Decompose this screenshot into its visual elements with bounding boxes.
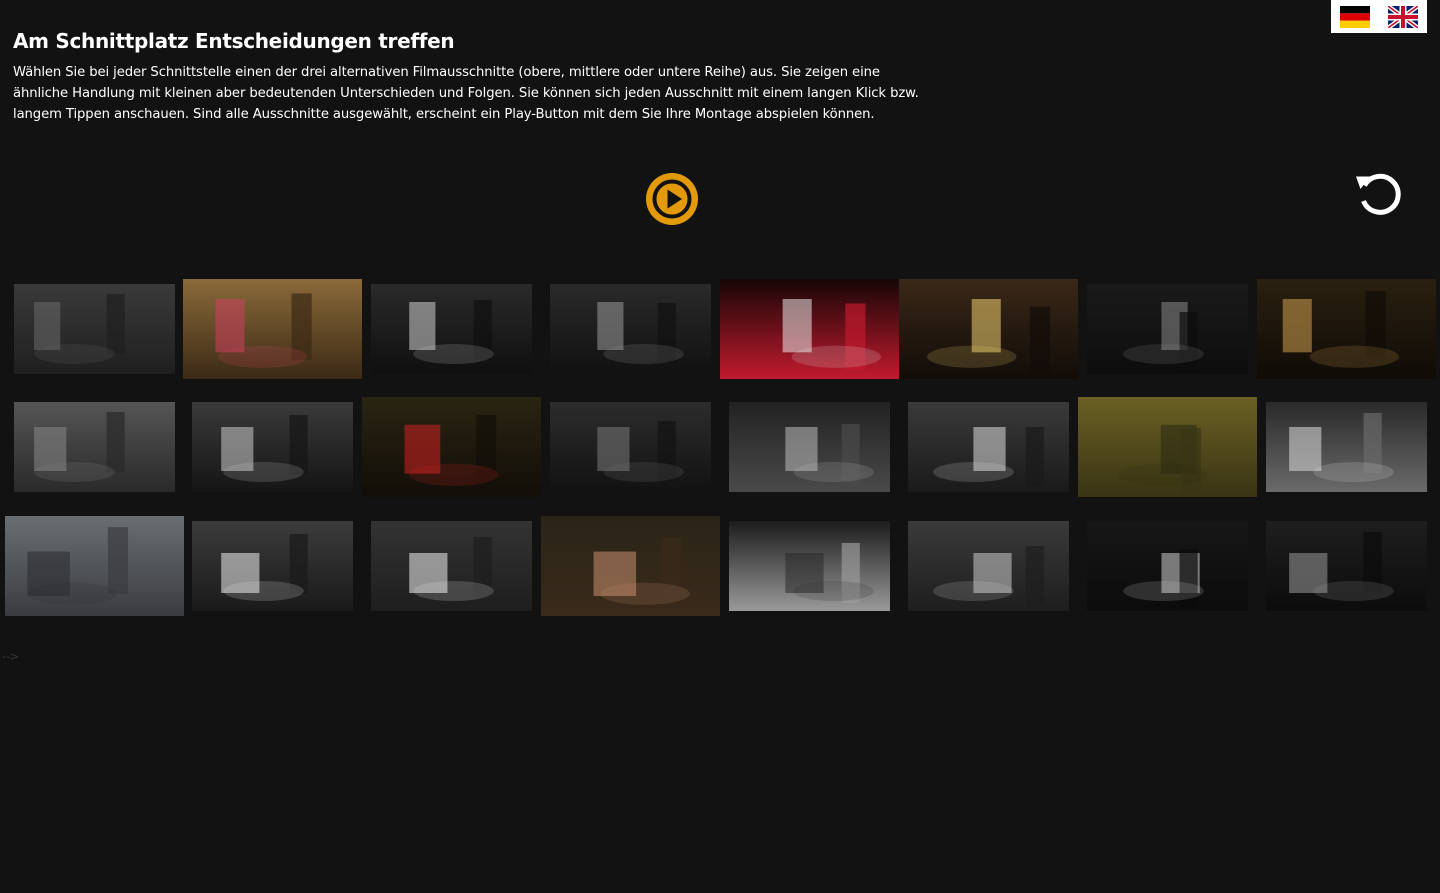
- reset-icon: [1356, 173, 1401, 215]
- clip-thumbnail-lightbox-corridor[interactable]: [1087, 284, 1248, 374]
- reset-button[interactable]: [1352, 167, 1404, 219]
- clip-thumbnail-display-table-frames[interactable]: [1266, 402, 1427, 492]
- clip-thumbnail-man-silhouette-shadow-yellow[interactable]: [1078, 397, 1257, 497]
- german-flag-icon[interactable]: [1340, 5, 1370, 28]
- clip-thumbnail-warm-lit-display-cases[interactable]: [1257, 279, 1436, 379]
- clip-thumbnail-camera-crane-studio[interactable]: [908, 402, 1069, 492]
- clip-thumbnail-red-cloak-exhibit[interactable]: [362, 397, 541, 497]
- clip-thumbnail-bright-exhibit-hall[interactable]: [371, 521, 532, 611]
- instructions-text: Wählen Sie bei jeder Schnittstelle einen…: [13, 65, 919, 122]
- language-switcher: [1331, 0, 1427, 33]
- clip-thumbnail-illuminated-screen-room[interactable]: [1087, 521, 1248, 611]
- intro-section: Am Schnittplatz Entscheidungen treffen W…: [13, 28, 933, 125]
- clip-thumbnail-woman-back-of-head[interactable]: [550, 402, 711, 492]
- clip-thumbnail-dark-stage-dress-figure[interactable]: [729, 521, 890, 611]
- stray-text: -->: [2, 650, 20, 663]
- clip-thumbnail-dark-display-shelves[interactable]: [1266, 521, 1427, 611]
- clip-thumbnail-film-set-lamps[interactable]: [908, 521, 1069, 611]
- clip-thumbnail-hand-on-wall-piano-room[interactable]: [550, 284, 711, 374]
- clip-thumbnail-red-crystal-gem[interactable]: [720, 279, 899, 379]
- clip-thumbnail-man-hat-glass-door[interactable]: [192, 402, 353, 492]
- clip-thumbnail-silver-statue-exhibit-hall[interactable]: [371, 284, 532, 374]
- clip-thumbnail-man-hat-street[interactable]: [14, 402, 175, 492]
- play-montage-button[interactable]: [646, 173, 698, 225]
- clip-thumbnail-pedestal-stage-spotlight[interactable]: [729, 402, 890, 492]
- uk-flag-icon[interactable]: [1388, 5, 1418, 28]
- page-title: Am Schnittplatz Entscheidungen treffen: [13, 29, 455, 53]
- clip-thumbnail-woman-portrait-color[interactable]: [541, 516, 720, 616]
- play-circle-icon: [646, 173, 698, 225]
- clip-thumbnail-film-studio-equipment[interactable]: [899, 279, 1078, 379]
- clip-thumbnail-museum-shop-counter[interactable]: [192, 521, 353, 611]
- clip-thumbnail-reception-desk-flyer[interactable]: [183, 279, 362, 379]
- clip-thumbnail-man-phone-street-color[interactable]: [5, 516, 184, 616]
- clip-thumbnail-street-archway-motorcycle[interactable]: [14, 284, 175, 374]
